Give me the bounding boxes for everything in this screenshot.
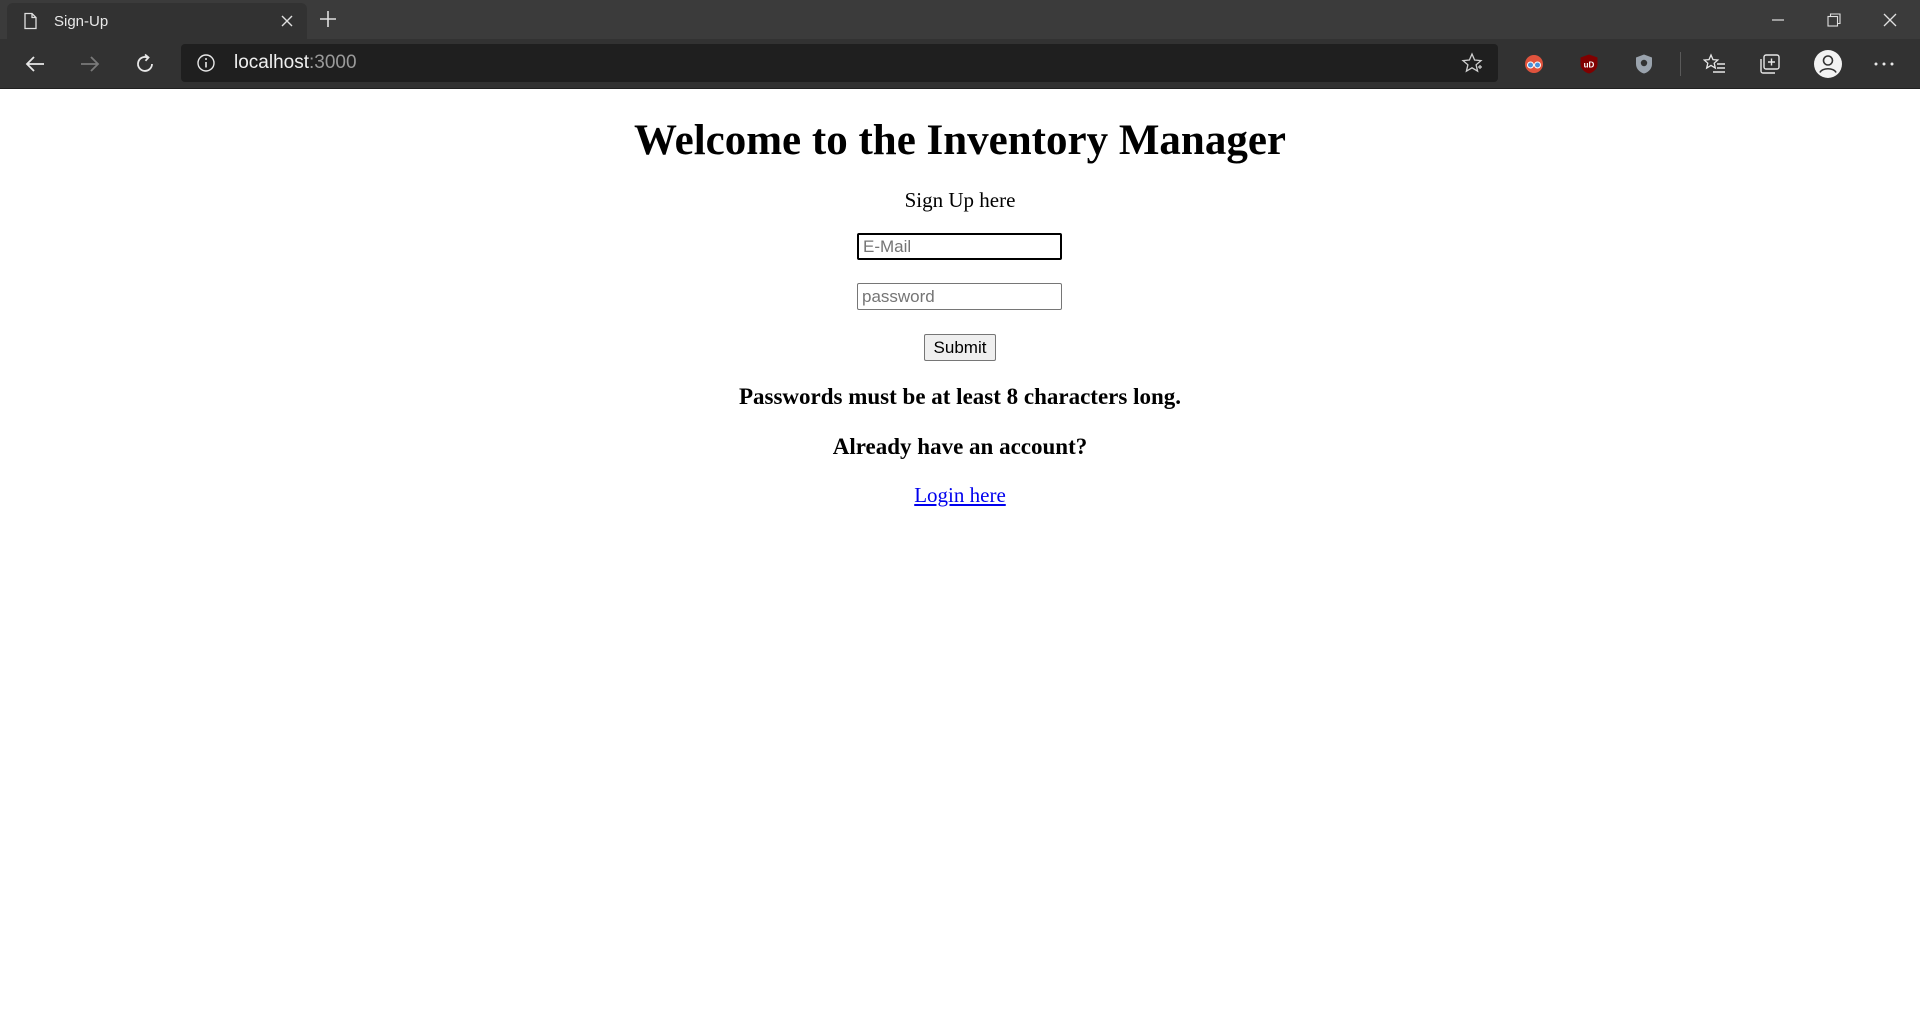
browser-toolbar: localhost:3000 uD — [0, 39, 1920, 89]
signup-subtitle: Sign Up here — [904, 188, 1016, 212]
refresh-button[interactable] — [132, 51, 158, 77]
shield-icon — [1636, 54, 1652, 74]
page-icon — [24, 12, 37, 30]
info-icon[interactable] — [196, 53, 216, 73]
more-button[interactable] — [1871, 51, 1897, 77]
password-field[interactable] — [857, 283, 1062, 310]
ublock-button[interactable]: uD — [1576, 51, 1602, 77]
url-text: localhost:3000 — [234, 52, 357, 74]
shield-extension-button[interactable] — [1631, 51, 1657, 77]
forward-button[interactable] — [77, 51, 103, 77]
account-prompt: Already have an account? — [832, 434, 1088, 459]
profile-icon — [1814, 50, 1842, 78]
restore-button[interactable] — [1806, 0, 1862, 39]
browser-titlebar: Sign-Up — [0, 0, 1920, 39]
login-link[interactable]: Login here — [914, 483, 1006, 507]
forward-arrow-icon — [81, 56, 100, 72]
star-icon[interactable] — [1461, 52, 1483, 74]
collections-icon — [1760, 54, 1780, 74]
restore-icon — [1827, 12, 1841, 27]
collections-button[interactable] — [1757, 51, 1783, 77]
ublock-icon: uD — [1580, 54, 1598, 74]
toolbar-separator — [1680, 52, 1681, 76]
minimize-button[interactable] — [1750, 0, 1806, 39]
refresh-icon — [137, 53, 153, 72]
login-link-container: Login here — [0, 483, 1920, 507]
extension-glasses-icon — [1525, 55, 1543, 73]
extension-glasses-button[interactable] — [1521, 51, 1547, 77]
plus-icon[interactable] — [317, 8, 339, 30]
close-icon[interactable] — [279, 13, 295, 29]
tab-sign-up[interactable]: Sign-Up — [7, 3, 307, 39]
more-icon — [1874, 62, 1894, 66]
profile-button[interactable] — [1813, 49, 1843, 79]
close-window-icon — [1883, 13, 1897, 26]
url-port: :3000 — [309, 52, 357, 73]
favorites-button[interactable] — [1702, 51, 1728, 77]
password-requirement-note: Passwords must be at least 8 characters … — [738, 384, 1182, 409]
page-title: Welcome to the Inventory Manager — [633, 117, 1286, 164]
back-button[interactable] — [22, 51, 48, 77]
minimize-icon — [1772, 18, 1784, 21]
favorites-icon — [1703, 53, 1725, 73]
url-host: localhost — [234, 52, 309, 73]
close-window-button[interactable] — [1862, 0, 1918, 39]
back-arrow-icon — [25, 56, 44, 72]
address-bar[interactable]: localhost:3000 — [181, 44, 1498, 82]
tab-title: Sign-Up — [54, 13, 109, 30]
email-field[interactable] — [857, 233, 1062, 260]
svg-text:uD: uD — [1584, 61, 1595, 70]
submit-button[interactable]: Submit — [924, 334, 996, 361]
